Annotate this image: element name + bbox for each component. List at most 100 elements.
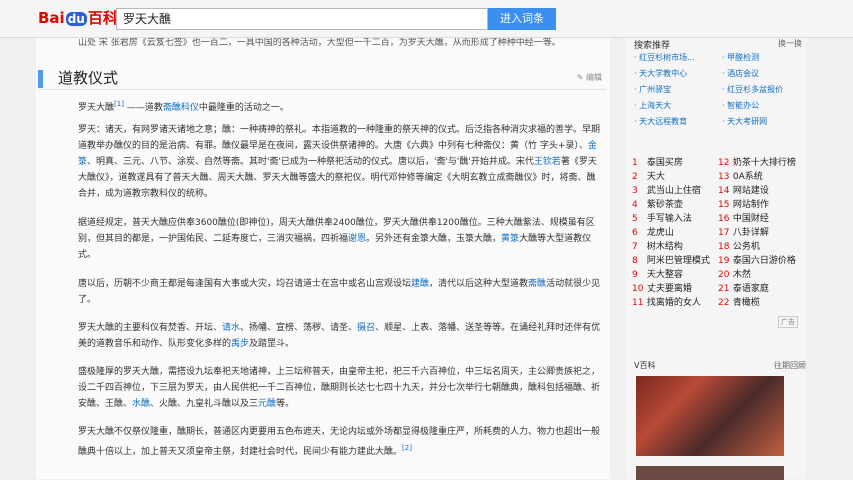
link[interactable]: 谢恩	[348, 234, 366, 244]
rank-number: 7	[632, 242, 638, 252]
rank-row: 5 手写输入法 16 中国财经	[632, 211, 806, 225]
p1-text: 中最隆重的活动之一。	[198, 103, 289, 113]
rank-item[interactable]: 6 龙虎山	[632, 225, 718, 238]
rank-row: 8 阿米巴管理模式 19 泰国六日游价格	[632, 253, 806, 267]
link[interactable]: 斋醮科仪	[163, 103, 199, 113]
video-baike-box: V百科 往期回顾	[634, 360, 806, 480]
rank-item[interactable]: 11 找离婚的女人	[632, 295, 718, 308]
recommend-row: · 上海天大 · 智能办公	[634, 100, 806, 116]
rank-number: 4	[632, 200, 638, 210]
rank-item[interactable]: 17 八卦详解	[718, 225, 804, 238]
p1-text: 罗天大醮	[78, 103, 115, 113]
pencil-icon: ✎	[576, 73, 584, 82]
recommend-link[interactable]: · 上海天大	[634, 100, 722, 111]
rank-row: 11 找离婚的女人 22 青橄榄	[632, 295, 806, 309]
p6-text: 、火醮、九皇礼斗醮以及三	[150, 399, 259, 409]
rank-item[interactable]: 5 手写输入法	[632, 211, 718, 224]
recommend-link[interactable]: · 广州驿宝	[634, 84, 722, 95]
recommend-heading: 搜索推荐	[634, 41, 671, 51]
rank-number: 9	[632, 270, 638, 280]
rank-item[interactable]: 12 奶茶十大排行榜	[718, 155, 804, 168]
baidu-baike-logo[interactable]: Bai du 百科	[38, 6, 118, 30]
recommend-row: · 红豆杉树市场... · 甲醛检测	[634, 52, 806, 68]
link[interactable]: 请水	[222, 323, 240, 333]
paragraph-5: 罗天大醮的主要科仪有焚香、开坛、请水、扬幡、宣榜、荡秽、请圣、摄召、顺星、上表、…	[78, 320, 604, 352]
video-thumbnail[interactable]	[636, 376, 784, 456]
rank-item[interactable]: 3 武当山上住宿	[632, 183, 718, 196]
p2-text: 、明真、三元、八节、涂炭、自然等斋。其时'斋'已成为一种祭祀活动的仪式。唐以后，…	[87, 157, 534, 167]
p2-text: 罗天：诸天，有网罗诸天诸地之意；醮：一种祷神的祭礼。本指道教的一种隆重的祭天神的…	[78, 125, 601, 151]
refresh-link[interactable]: 换一换	[778, 38, 802, 49]
recommend-link[interactable]: · 智能办公	[722, 100, 810, 111]
link[interactable]: 王钦若	[534, 157, 561, 167]
rank-item[interactable]: 10 丈夫要离婚	[632, 281, 718, 294]
rank-item[interactable]: 19 泰国六日游价格	[718, 253, 804, 266]
link[interactable]: 黄箓	[501, 234, 519, 244]
rank-item[interactable]: 7 树木结构	[632, 239, 718, 252]
section-bar	[38, 70, 43, 88]
p4-text: ，清代以后这种大型道教	[429, 279, 529, 289]
rank-number: 14	[718, 186, 730, 196]
rank-number: 19	[718, 256, 730, 266]
rank-row: 2 天大 13 0A系统	[632, 169, 806, 183]
hot-rank-list: 1 泰国买房 12 奶茶十大排行榜 2 天大 13 0A系统 3 武当山上住宿 14 网站…	[632, 155, 806, 309]
article-content: 山处 宋 张君房《云笈七签》也一百二，一具中国的各种活动，大型但一千二百，为罗天…	[36, 38, 610, 479]
rank-item[interactable]: 14 网站建设	[718, 183, 804, 196]
rank-number: 5	[632, 214, 638, 224]
rank-item[interactable]: 20 木然	[718, 267, 804, 280]
rank-number: 6	[632, 228, 638, 238]
recommend-link[interactable]: · 天大考研网	[722, 116, 810, 127]
recommend-row: · 天大学教中心 · 酒店会议	[634, 68, 806, 84]
recommend-links: · 红豆杉树市场... · 甲醛检测 · 天大学教中心 · 酒店会议 · 广州驿宝 · 红…	[634, 52, 806, 132]
rank-item[interactable]: 1 泰国买房	[632, 155, 718, 168]
edit-label: 编辑	[586, 73, 602, 82]
rank-item[interactable]: 13 0A系统	[718, 169, 804, 182]
video-thumbnail-2[interactable]	[636, 466, 784, 480]
rank-item[interactable]: 18 公务机	[718, 239, 804, 252]
enter-entry-button[interactable]: 进入词条	[488, 8, 556, 30]
rank-row: 4 紫砂茶壶 15 网站制作	[632, 197, 806, 211]
rank-row: 7 树木结构 18 公务机	[632, 239, 806, 253]
recommend-link[interactable]: · 酒店会议	[722, 68, 810, 79]
past-review-link[interactable]: 往期回顾	[774, 360, 806, 371]
rank-number: 22	[718, 298, 730, 308]
link[interactable]: 水醮	[132, 399, 150, 409]
logo-baike: 百科	[87, 9, 118, 27]
link[interactable]: 元醮	[258, 399, 276, 409]
search-input[interactable]: 罗天大醮	[116, 8, 488, 30]
link[interactable]: 禹步	[231, 339, 249, 349]
rank-number: 1	[632, 158, 638, 168]
p5-text: 及踏罡斗。	[249, 339, 295, 349]
paragraph-1: 罗天大醮[1] ——道教斋醮科仪中最隆重的活动之一。	[78, 96, 604, 116]
rank-item[interactable]: 21 泰语家庭	[718, 281, 804, 294]
link[interactable]: 建醮	[411, 279, 429, 289]
recommend-link[interactable]: · 天大学教中心	[634, 68, 722, 79]
recommend-link[interactable]: · 天大远程教育	[634, 116, 722, 127]
rank-number: 16	[718, 214, 730, 224]
recommend-link[interactable]: · 红豆杉多盆报价	[722, 84, 810, 95]
link[interactable]: 斋醮	[528, 279, 546, 289]
citation-link[interactable]: [2]	[402, 444, 412, 452]
rank-item[interactable]: 15 网站制作	[718, 197, 804, 210]
rank-number: 15	[718, 200, 730, 210]
citation-link[interactable]: [1]	[114, 100, 124, 108]
paragraph-2: 罗天：诸天，有网罗诸天诸地之意；醮：一种祷神的祭礼。本指道教的一种隆重的祭天神的…	[78, 122, 604, 202]
rank-item[interactable]: 2 天大	[632, 169, 718, 182]
rank-item[interactable]: 9 天大整容	[632, 267, 718, 280]
rank-row: 3 武当山上住宿 14 网站建设	[632, 183, 806, 197]
paragraph-4: 唐以后，历朝不少商王都是每逢国有大事或大灾，均召请道士在宫中或名山宫观设坛建醮，…	[78, 276, 604, 308]
edit-link[interactable]: ✎ 编辑	[577, 72, 602, 83]
link[interactable]: 摄召	[357, 323, 375, 333]
recommend-link[interactable]: · 甲醛检测	[722, 52, 810, 63]
p4-text: 唐以后，历朝不少商王都是每逢国有大事或大灾，均召请道士在宫中或名山宫观设坛	[78, 279, 412, 289]
rank-row: 10 丈夫要离婚 21 泰语家庭	[632, 281, 806, 295]
recommend-link[interactable]: · 红豆杉树市场...	[634, 52, 722, 63]
logo-paw: du	[65, 12, 87, 26]
paragraph-6: 盛极隆厚的罗天大醮，需搭设九坛奉祀天地诸神，上三坛称普天，由皇帝主祀，祀三千六百…	[78, 364, 604, 412]
rank-number: 10	[632, 284, 644, 294]
rank-item[interactable]: 8 阿米巴管理模式	[632, 253, 718, 266]
rank-number: 2	[632, 172, 638, 182]
rank-item[interactable]: 22 青橄榄	[718, 295, 804, 308]
rank-item[interactable]: 16 中国财经	[718, 211, 804, 224]
rank-item[interactable]: 4 紫砂茶壶	[632, 197, 718, 210]
